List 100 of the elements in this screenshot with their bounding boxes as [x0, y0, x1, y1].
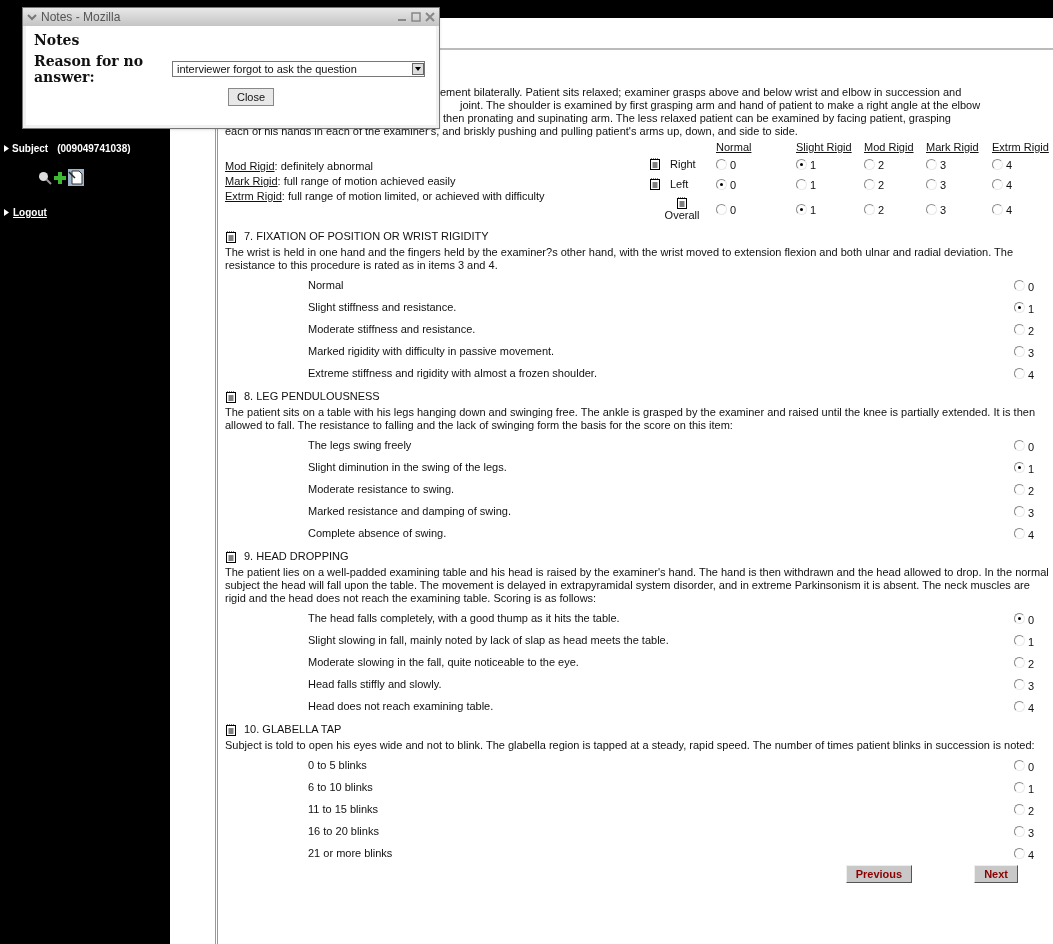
previous-button[interactable]: Previous	[845, 865, 913, 883]
radio-button[interactable]	[1014, 323, 1025, 335]
radio-button[interactable]	[796, 178, 807, 190]
option-number: 3	[1028, 826, 1035, 840]
option-number: 1	[810, 179, 817, 192]
row-label: Overall	[664, 208, 700, 222]
option-number: 2	[1028, 657, 1035, 671]
radio-button[interactable]	[796, 203, 807, 215]
radio-button[interactable]	[1014, 345, 1025, 357]
radio-button[interactable]	[716, 203, 727, 215]
option-number: 1	[810, 159, 817, 172]
radio-button[interactable]	[1014, 656, 1025, 668]
plus-icon[interactable]	[54, 171, 66, 184]
radio-button[interactable]	[1014, 781, 1025, 793]
notepad-icon[interactable]	[226, 550, 236, 563]
question-title: 10. GLABELLA TAP	[244, 723, 342, 736]
notepad-icon[interactable]	[226, 723, 236, 736]
notepad-icon[interactable]	[650, 158, 660, 170]
document-icon[interactable]	[68, 169, 84, 186]
maximize-icon[interactable]	[411, 12, 421, 22]
description-text: joint. The shoulder is examined by first grasping arm and hand of patient to make a right angle at the elbow	[460, 99, 982, 112]
radio-button[interactable]	[1014, 634, 1025, 646]
option-number: 4	[1006, 179, 1013, 192]
notepad-icon[interactable]	[677, 196, 687, 209]
column-header: Mod Rigid	[864, 141, 914, 154]
option-number: 0	[730, 159, 737, 172]
radio-button[interactable]	[926, 178, 937, 190]
radio-button[interactable]	[1014, 367, 1025, 379]
column-header: Mark Rigid	[926, 141, 979, 154]
question-description: Subject is told to open his eyes wide and not to blink. The glabella region is tapped at a steady, rapid speed. The number of times patient blinks in succession is noted:	[225, 739, 1036, 752]
radio-button[interactable]	[796, 158, 807, 170]
notepad-icon[interactable]	[226, 230, 236, 243]
arrow-icon	[4, 209, 9, 216]
radio-button[interactable]	[716, 178, 727, 190]
reason-select[interactable]: interviewer forgot to ask the question	[172, 61, 425, 77]
question-title: 7. FIXATION OF POSITION OR WRIST RIGIDITY	[244, 230, 489, 243]
radio-button[interactable]	[1014, 461, 1025, 473]
option-number: 3	[1028, 346, 1035, 360]
option-number: 4	[1028, 848, 1035, 862]
option-number: 2	[1028, 324, 1035, 338]
radio-button[interactable]	[992, 158, 1003, 170]
legend-text: Mod Rigid: definitely abnormal	[225, 160, 374, 173]
radio-button[interactable]	[1014, 301, 1025, 313]
radio-button[interactable]	[1014, 439, 1025, 451]
option-label: The head falls completely, with a good thump as it hits the table.	[308, 611, 621, 625]
radio-button[interactable]	[1014, 505, 1025, 517]
option-label: Head does not reach examining table.	[308, 699, 495, 713]
column-header: Slight Rigid	[796, 141, 852, 154]
radio-button[interactable]	[1014, 279, 1025, 291]
radio-button[interactable]	[926, 158, 937, 170]
radio-button[interactable]	[1014, 825, 1025, 837]
radio-button[interactable]	[926, 203, 937, 215]
radio-button[interactable]	[1014, 678, 1025, 690]
option-label: Marked resistance and damping of swing.	[308, 504, 512, 518]
radio-button[interactable]	[1014, 700, 1025, 712]
option-label: Slight diminution in the swing of the legs.	[308, 460, 508, 474]
option-number: 2	[878, 159, 885, 172]
radio-button[interactable]	[1014, 759, 1025, 771]
option-number: 2	[1028, 804, 1035, 818]
chevron-icon[interactable]	[27, 13, 37, 21]
radio-button[interactable]	[864, 178, 875, 190]
legend-text: Extrm Rigid: full range of motion limited, or achieved with difficulty	[225, 190, 546, 203]
option-number: 2	[878, 179, 885, 192]
radio-button[interactable]	[1014, 847, 1025, 859]
radio-button[interactable]	[716, 158, 727, 170]
option-number: 0	[730, 179, 737, 192]
option-number: 2	[1028, 484, 1035, 498]
question-title: 9. HEAD DROPPING	[244, 550, 349, 563]
option-number: 1	[1028, 302, 1035, 316]
radio-button[interactable]	[1014, 612, 1025, 624]
option-label: Head falls stiffly and slowly.	[308, 677, 443, 691]
radio-button[interactable]	[864, 158, 875, 170]
logout-link[interactable]: Logout	[13, 206, 47, 219]
notepad-icon[interactable]	[226, 390, 236, 403]
option-number: 0	[1028, 440, 1035, 454]
option-label: 16 to 20 blinks	[308, 824, 380, 838]
radio-button[interactable]	[992, 203, 1003, 215]
option-label: Moderate resistance to swing.	[308, 482, 456, 496]
option-label: 21 or more blinks	[308, 846, 394, 860]
notepad-icon[interactable]	[650, 178, 660, 190]
option-label: Normal	[308, 278, 345, 292]
next-button[interactable]: Next	[974, 865, 1018, 883]
radio-button[interactable]	[864, 203, 875, 215]
notes-heading: Notes	[34, 32, 81, 49]
option-label: 6 to 10 blinks	[308, 780, 374, 794]
option-label: The legs swing freely	[308, 438, 413, 452]
radio-button[interactable]	[992, 178, 1003, 190]
search-icon[interactable]	[38, 170, 52, 185]
radio-button[interactable]	[1014, 483, 1025, 495]
radio-button[interactable]	[1014, 527, 1025, 539]
radio-button[interactable]	[1014, 803, 1025, 815]
close-button[interactable]: Close	[227, 88, 275, 106]
option-number: 4	[1028, 701, 1035, 715]
option-number: 3	[1028, 679, 1035, 693]
option-number: 4	[1028, 368, 1035, 382]
option-label: Slight stiffness and resistance.	[308, 300, 458, 314]
subject-id: (009049741038)	[57, 142, 131, 155]
close-icon[interactable]	[425, 12, 435, 22]
option-number: 1	[1028, 782, 1035, 796]
option-label: Marked rigidity with difficulty in passive movement.	[308, 344, 556, 358]
